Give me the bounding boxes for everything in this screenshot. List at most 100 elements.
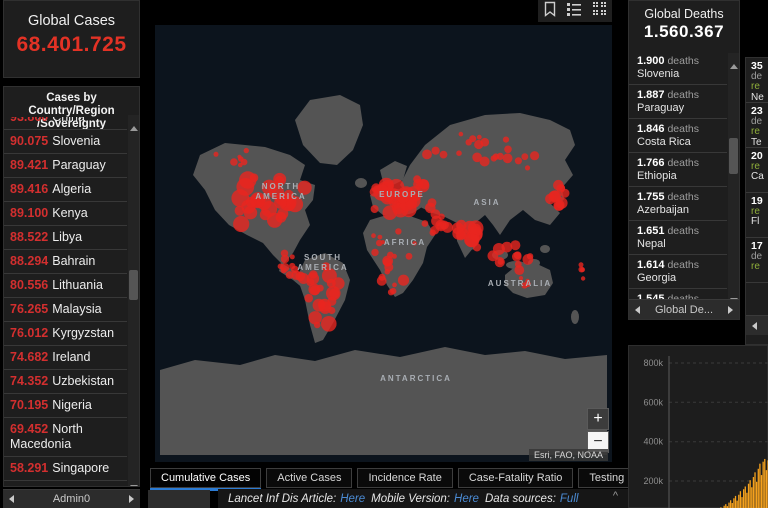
case-row[interactable]: 76.012Kyrgyzstan: [4, 322, 127, 346]
death-count-line: 1.766 deaths: [637, 157, 727, 170]
case-row[interactable]: 74.352Uzbekistan: [4, 370, 127, 394]
mobile-label: Mobile Version:: [371, 493, 450, 505]
deaths-unit: deaths: [665, 123, 699, 135]
us-state-entry[interactable]: 23dereTe: [746, 103, 768, 148]
state-name-fragment: Fl: [751, 217, 768, 228]
prev-page-icon[interactable]: [635, 306, 640, 314]
continent-label: EUROPE: [379, 190, 425, 199]
death-row[interactable]: 1.846 deathsCosta Rica: [629, 119, 727, 153]
country-name: Singapore: [52, 461, 109, 475]
next-page-icon[interactable]: [728, 306, 733, 314]
death-count-line: 1.651 deaths: [637, 225, 727, 238]
death-count: 1.887: [637, 89, 665, 101]
country-name: Nigeria: [52, 398, 92, 412]
country-name: Uzbekistan: [52, 374, 114, 388]
landmass-new-zealand: [571, 310, 579, 324]
tab-cumulative-cases[interactable]: Cumulative Cases: [150, 468, 261, 488]
scrollbar-thumb[interactable]: [129, 270, 138, 300]
us-state-entry[interactable]: 20reCa: [746, 148, 768, 193]
case-row[interactable]: 93.860China: [4, 117, 127, 130]
death-count-line: 1.900 deaths: [637, 55, 727, 68]
tab-case-fatality-ratio[interactable]: Case-Fatality Ratio: [458, 468, 574, 488]
case-row[interactable]: 89.416Algeria: [4, 178, 127, 202]
case-row[interactable]: 89.100Kenya: [4, 202, 127, 226]
deaths-list-scrollbar[interactable]: [728, 53, 739, 299]
case-row[interactable]: 90.075Slovenia: [4, 130, 127, 154]
death-row[interactable]: 1.766 deathsEthiopia: [629, 153, 727, 187]
us-state-entry[interactable]: 19reFl: [746, 193, 768, 238]
article-link[interactable]: Here: [340, 493, 365, 505]
sources-label: Data sources:: [485, 493, 556, 505]
case-row[interactable]: 58.291 Singapore: [4, 457, 127, 481]
case-row[interactable]: 89.421Paraguay: [4, 154, 127, 178]
global-deaths-value: 1.560.367: [629, 22, 739, 42]
death-row[interactable]: 1.614 deathsGeorgia: [629, 255, 727, 289]
deaths-unit: deaths: [665, 89, 699, 101]
daily-cases-chart: 800k600k400k200k: [629, 346, 768, 508]
state-name-fragment: Ca: [751, 172, 768, 183]
continent-label: ANTARCTICA: [380, 374, 452, 383]
death-row[interactable]: 1.900 deathsSlovenia: [629, 51, 727, 85]
scroll-up-icon[interactable]: [729, 54, 738, 64]
admin0-label[interactable]: Admin0: [53, 493, 90, 505]
tab-incidence-rate[interactable]: Incidence Rate: [357, 468, 452, 488]
case-row[interactable]: 69.452North Macedonia: [4, 418, 127, 457]
recovered-fragment: re: [751, 262, 768, 273]
country-case-list: 93.860China90.075Slovenia89.421Paraguay8…: [4, 117, 127, 486]
world-map[interactable]: NORTHAMERICAEUROPEASIAAFRICASOUTHAMERICA…: [155, 25, 612, 462]
landmass-island: [540, 245, 550, 253]
covid-dashboard: Global Cases 68.401.725 Cases by Country…: [0, 0, 768, 508]
deaths-unit: deaths: [665, 259, 699, 271]
legend-list-icon[interactable]: [566, 2, 582, 21]
global-deaths-title: Global Deaths: [629, 7, 739, 21]
country-name: Ethiopia: [637, 170, 727, 183]
map-attribution: Esri, FAO, NOAA: [529, 449, 608, 461]
us-state-entry[interactable]: 35dereNe: [746, 58, 768, 103]
death-row[interactable]: 1.887 deathsParaguay: [629, 85, 727, 119]
us-state-entry[interactable]: 17dere: [746, 238, 768, 283]
scroll-up-icon[interactable]: [129, 116, 138, 126]
cases-list-scrollbar[interactable]: [128, 115, 139, 486]
case-row[interactable]: 88.522Libya: [4, 226, 127, 250]
case-row[interactable]: 88.294Bahrain: [4, 250, 127, 274]
country-name: Malaysia: [52, 302, 101, 316]
case-row[interactable]: 76.265Malaysia: [4, 298, 127, 322]
death-count-line: 1.887 deaths: [637, 89, 727, 102]
article-label: Lancet Inf Dis Article:: [228, 493, 336, 505]
death-row[interactable]: 1.755 deathsAzerbaijan: [629, 187, 727, 221]
country-name: Kenya: [52, 206, 87, 220]
daily-cases-chart-panel: 800k600k400k200k: [628, 345, 768, 508]
scroll-down-icon[interactable]: [729, 288, 738, 298]
death-row[interactable]: 1.545 deathsKenya: [629, 289, 727, 299]
case-row[interactable]: 70.195Nigeria: [4, 394, 127, 418]
country-name: Azerbaijan: [637, 204, 727, 217]
global-cases-value: 68.401.725: [4, 33, 139, 57]
deaths-pager: Global De...: [629, 299, 739, 319]
case-count: 58.291: [10, 461, 48, 475]
deaths-unit: deaths: [665, 55, 699, 67]
tab-active-cases[interactable]: Active Cases: [266, 468, 352, 488]
basemap-grid-icon[interactable]: [592, 1, 607, 21]
case-row[interactable]: 52.622Ghana: [4, 481, 127, 486]
bookmark-icon[interactable]: [543, 1, 557, 22]
sources-link[interactable]: Full: [560, 493, 579, 505]
prev-page-icon[interactable]: [752, 322, 757, 330]
mobile-link[interactable]: Here: [454, 493, 479, 505]
continent-label: NORTHAMERICA: [255, 182, 306, 201]
scrollbar-thumb[interactable]: [729, 138, 738, 174]
continent-label: AFRICA: [384, 238, 426, 247]
death-row[interactable]: 1.651 deathsNepal: [629, 221, 727, 255]
collapse-chevron-icon[interactable]: ^: [613, 490, 618, 502]
map-zoom-in-button[interactable]: +: [587, 408, 609, 430]
svg-text:200k: 200k: [643, 476, 663, 486]
continent-label: ASIA: [473, 198, 500, 207]
case-row[interactable]: 80.556Lithuania: [4, 274, 127, 298]
deaths-pager-label[interactable]: Global De...: [655, 304, 713, 316]
next-page-icon[interactable]: [129, 495, 134, 503]
death-count: 1.651: [637, 225, 665, 237]
scroll-down-icon[interactable]: [129, 475, 138, 485]
deaths-by-country-list: 1.900 deathsSlovenia1.887 deathsParaguay…: [629, 51, 727, 299]
prev-page-icon[interactable]: [9, 495, 14, 503]
recovered-fragment: re: [751, 127, 768, 138]
case-row[interactable]: 74.682Ireland: [4, 346, 127, 370]
